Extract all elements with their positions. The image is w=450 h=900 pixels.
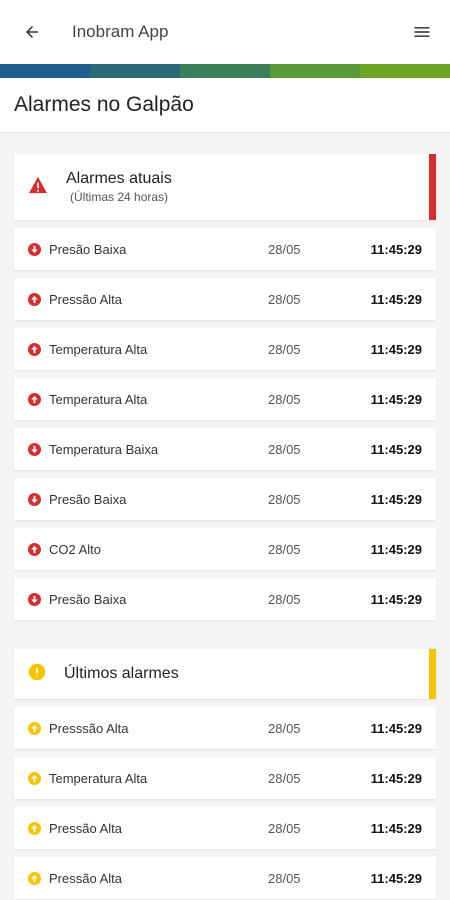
arrow-up-circle-icon bbox=[28, 342, 41, 356]
alarm-time: 11:45:29 bbox=[370, 720, 422, 736]
alarm-date: 28/05 bbox=[268, 291, 301, 307]
arrow-down-circle-icon bbox=[28, 492, 41, 506]
stripe-segment bbox=[180, 64, 270, 78]
alarm-date: 28/05 bbox=[268, 391, 301, 407]
alarm-row[interactable]: Temperatura Alta 28/05 11:45:29 bbox=[14, 757, 436, 799]
alarm-row[interactable]: Presão Baixa 28/05 11:45:29 bbox=[14, 228, 436, 270]
hamburger-menu-icon[interactable] bbox=[408, 18, 436, 46]
alarm-date: 28/05 bbox=[268, 541, 301, 557]
app-title: Inobram App bbox=[72, 22, 169, 41]
alarm-row[interactable]: Temperatura Alta 28/05 11:45:29 bbox=[14, 328, 436, 370]
alarm-row[interactable]: Presssão Alta 28/05 11:45:29 bbox=[14, 707, 436, 749]
arrow-up-circle-icon bbox=[28, 821, 41, 835]
alarm-row[interactable]: Pressão Alta 28/05 11:45:29 bbox=[14, 807, 436, 849]
page-title-bar: Alarmes no Galpão bbox=[0, 78, 450, 133]
recent-alarms-header: Últimos alarmes bbox=[14, 649, 436, 699]
current-alarms-subtitle: (Últimas 24 horas) bbox=[70, 190, 169, 204]
alarm-time: 11:45:29 bbox=[370, 341, 422, 357]
stripe-segment bbox=[90, 64, 180, 78]
warning-triangle-icon bbox=[28, 176, 48, 199]
alarm-name: Temperatura Alta bbox=[49, 770, 148, 786]
alarm-name: Pressão Alta bbox=[49, 870, 122, 886]
alarm-date: 28/05 bbox=[268, 241, 301, 257]
alarm-time: 11:45:29 bbox=[370, 441, 422, 457]
alarm-time: 11:45:29 bbox=[370, 870, 422, 886]
alarm-name: Temperatura Baixa bbox=[49, 441, 159, 457]
alarm-date: 28/05 bbox=[268, 870, 301, 886]
alarm-name: CO2 Alto bbox=[49, 541, 102, 557]
alarm-time: 11:45:29 bbox=[370, 491, 422, 507]
exclamation-circle-icon bbox=[28, 663, 46, 686]
alarm-time: 11:45:29 bbox=[370, 541, 422, 557]
arrow-down-circle-icon bbox=[28, 592, 41, 606]
arrow-down-circle-icon bbox=[28, 242, 41, 256]
alarm-date: 28/05 bbox=[268, 341, 301, 357]
alarm-time: 11:45:29 bbox=[370, 291, 422, 307]
alarm-date: 28/05 bbox=[268, 720, 301, 736]
alarm-time: 11:45:29 bbox=[370, 820, 422, 836]
app-bar: Inobram App bbox=[0, 0, 450, 64]
alarm-time: 11:45:29 bbox=[370, 770, 422, 786]
alarm-date: 28/05 bbox=[268, 770, 301, 786]
stripe-segment bbox=[270, 64, 360, 78]
arrow-up-circle-icon bbox=[28, 771, 41, 785]
recent-alarms-accent-bar bbox=[429, 649, 436, 699]
stripe-segment bbox=[0, 64, 90, 78]
alarm-row[interactable]: Temperatura Baixa 28/05 11:45:29 bbox=[14, 428, 436, 470]
alarm-name: Temperatura Alta bbox=[49, 341, 148, 357]
arrow-up-circle-icon bbox=[28, 542, 41, 556]
recent-alarms-title: Últimos alarmes bbox=[64, 665, 179, 682]
current-alarms-list: Presão Baixa 28/05 11:45:29 Pressão Alta 28/… bbox=[14, 228, 436, 620]
alarm-time: 11:45:29 bbox=[370, 391, 422, 407]
alarm-name: Pressão Alta bbox=[49, 820, 122, 836]
alarm-date: 28/05 bbox=[268, 491, 301, 507]
arrow-left-icon[interactable] bbox=[18, 18, 46, 46]
current-alarms-header: Alarmes atuais (Últimas 24 horas) bbox=[14, 154, 436, 220]
alarm-date: 28/05 bbox=[268, 591, 301, 607]
alarm-name: Pressão Alta bbox=[49, 291, 122, 307]
alarm-name: Presão Baixa bbox=[49, 591, 127, 607]
alarm-row[interactable]: Presão Baixa 28/05 11:45:29 bbox=[14, 578, 436, 620]
page-title: Alarmes no Galpão bbox=[14, 93, 194, 116]
alarm-name: Presão Baixa bbox=[49, 241, 127, 257]
alarm-row[interactable]: Pressão Alta 28/05 11:45:29 bbox=[14, 857, 436, 899]
alarm-name: Presssão Alta bbox=[49, 720, 129, 736]
current-alarms-accent-bar bbox=[429, 154, 436, 220]
alarm-date: 28/05 bbox=[268, 441, 301, 457]
alarm-name: Temperatura Alta bbox=[49, 391, 148, 407]
alarm-row[interactable]: Temperatura Alta 28/05 11:45:29 bbox=[14, 378, 436, 420]
alarm-row[interactable]: CO2 Alto 28/05 11:45:29 bbox=[14, 528, 436, 570]
alarm-row[interactable]: Presão Baixa 28/05 11:45:29 bbox=[14, 478, 436, 520]
stripe-segment bbox=[360, 64, 450, 78]
alarm-time: 11:45:29 bbox=[370, 241, 422, 257]
alarm-name: Presão Baixa bbox=[49, 491, 127, 507]
arrow-up-circle-icon bbox=[28, 721, 41, 735]
current-alarms-title: Alarmes atuais bbox=[66, 170, 172, 187]
alarm-date: 28/05 bbox=[268, 820, 301, 836]
content: Alarmes atuais (Últimas 24 horas) Presão… bbox=[0, 133, 450, 899]
brand-stripe bbox=[0, 64, 450, 78]
arrow-up-circle-icon bbox=[28, 871, 41, 885]
arrow-down-circle-icon bbox=[28, 442, 41, 456]
arrow-up-circle-icon bbox=[28, 292, 41, 306]
recent-alarms-list: Presssão Alta 28/05 11:45:29 Temperatura Al… bbox=[14, 707, 436, 899]
arrow-up-circle-icon bbox=[28, 392, 41, 406]
alarm-row[interactable]: Pressão Alta 28/05 11:45:29 bbox=[14, 278, 436, 320]
alarm-time: 11:45:29 bbox=[370, 591, 422, 607]
